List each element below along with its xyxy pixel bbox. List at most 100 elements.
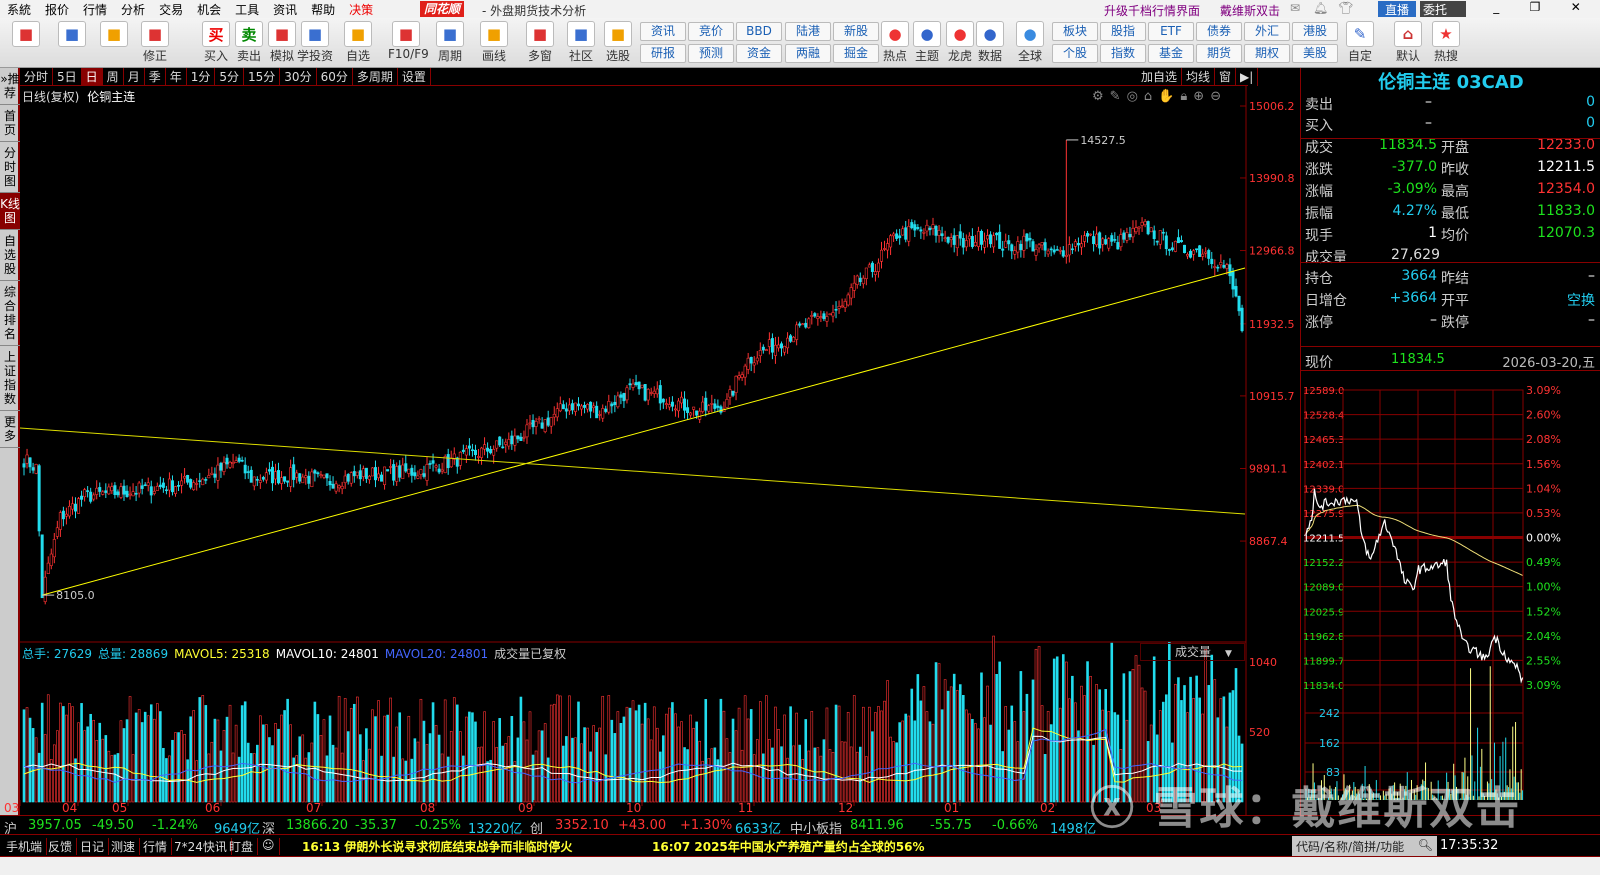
quote-value: 12233.0 xyxy=(1537,137,1595,153)
quote-row: 持仓 3664 昨结 – xyxy=(1305,268,1595,289)
volume-bar xyxy=(68,703,71,803)
bottom-tab[interactable]: 盯盘 xyxy=(225,838,259,855)
volume-indicator-select[interactable]: 成交量 ▼ xyxy=(1140,643,1245,661)
candle xyxy=(576,403,580,407)
volume-bar xyxy=(204,705,208,803)
candle xyxy=(973,242,977,246)
news-item[interactable]: 16:13 伊朗外长说寻求彻底结束战争而非临时停火 xyxy=(302,838,572,855)
bottom-tab[interactable]: 行情 xyxy=(139,838,173,855)
index-item: 13220亿 xyxy=(468,822,523,837)
candle xyxy=(410,467,414,476)
candle xyxy=(55,527,59,537)
intraday-pct-label: 1.56% xyxy=(1526,458,1561,471)
volume-bar xyxy=(722,710,726,803)
candle xyxy=(810,315,814,317)
home-tool[interactable]: ⌂ 默认 xyxy=(1390,21,1426,64)
candle xyxy=(161,482,165,488)
volume-bar xyxy=(577,701,580,803)
quote-value: -377.0 xyxy=(1391,159,1437,175)
candle xyxy=(601,408,605,419)
volume-bar xyxy=(613,733,617,803)
volume-bar xyxy=(631,700,635,803)
search-input[interactable]: 代码/名称/简拼/功能 🔍︎ xyxy=(1292,836,1437,856)
candle xyxy=(413,472,417,477)
restore-icon[interactable]: ❐ xyxy=(1530,0,1541,18)
candle xyxy=(731,390,735,396)
candle xyxy=(1037,244,1041,249)
month-label: 04 xyxy=(62,801,77,815)
candle xyxy=(1025,233,1029,242)
candle xyxy=(1079,243,1083,248)
quote-row: 卖出 – 0 xyxy=(1305,94,1595,115)
volume-bar xyxy=(504,743,508,803)
robot-icon[interactable]: ☺ xyxy=(258,838,280,855)
candle xyxy=(652,390,656,394)
candle xyxy=(425,464,429,481)
bottom-tab[interactable]: 手机端 xyxy=(2,838,48,855)
candle xyxy=(901,228,905,236)
volume-bar xyxy=(346,731,350,803)
candle xyxy=(1040,242,1044,246)
minimize-icon[interactable]: _ xyxy=(1493,0,1499,18)
volume-bar xyxy=(431,702,435,803)
volume-bar xyxy=(419,698,423,803)
candle xyxy=(910,222,914,229)
candle xyxy=(492,448,496,456)
volume-bar xyxy=(198,697,202,803)
volume-bar xyxy=(849,746,853,803)
candle xyxy=(140,485,144,489)
custom-tool[interactable]: ✎ 自定 xyxy=(1342,21,1378,64)
quote-label: 昨收 xyxy=(1441,162,1469,178)
candle xyxy=(367,475,371,480)
tool-label: 热搜 xyxy=(1433,49,1458,63)
hot-search-tool[interactable]: ★ 热搜 xyxy=(1428,21,1464,64)
candle xyxy=(292,464,296,480)
bottom-tab[interactable]: 7*24快讯 xyxy=(170,838,232,855)
volume-bar xyxy=(655,727,659,803)
volume-bar xyxy=(252,753,256,803)
volume-bar xyxy=(898,722,901,803)
volume-bar xyxy=(746,718,750,803)
intraday-chart[interactable]: 12589.0 3.09% 12528.4 2.60% 12465.3 2.08% 1240… xyxy=(1300,380,1600,800)
candle xyxy=(470,449,474,452)
bottom-tab[interactable]: 反馈 xyxy=(44,838,78,855)
volume-bar xyxy=(1040,705,1044,803)
bottom-tab[interactable]: 日记 xyxy=(76,838,110,855)
candle xyxy=(773,344,777,356)
candle xyxy=(1055,249,1059,251)
volume-bar xyxy=(374,716,377,803)
volume-bar xyxy=(695,721,698,803)
candle xyxy=(149,486,153,496)
candle xyxy=(489,449,493,454)
close-icon[interactable]: ✕ xyxy=(1571,0,1581,18)
live-button[interactable]: 直播 xyxy=(1378,1,1416,17)
candle xyxy=(1195,248,1199,251)
candle xyxy=(286,480,290,483)
news-item[interactable]: 16:07 2025年中国水产养殖产量约占全球的56% xyxy=(652,838,925,855)
candle xyxy=(1034,249,1038,256)
volume-bar xyxy=(143,711,147,803)
volume-bar xyxy=(1055,656,1059,803)
candle xyxy=(873,271,877,275)
index-item: 8411.96 xyxy=(850,818,904,833)
volume-legend-item: MAVOL20: 24801 xyxy=(384,647,489,661)
volume-bar xyxy=(131,754,135,803)
volume-bar xyxy=(980,672,983,803)
volume-bar xyxy=(643,702,647,803)
volume-bar xyxy=(1010,705,1014,803)
index-item: 中小板指 xyxy=(790,822,843,837)
volume-bar xyxy=(825,707,829,803)
bell-icon[interactable]: 🔔︎ xyxy=(1313,1,1328,15)
candlestick-chart[interactable]: 15006.2 13990.8 12966.8 11932.5 10915.7 9891.… xyxy=(0,0,1300,815)
candle xyxy=(1164,235,1168,250)
intraday-pct-label: 1.00% xyxy=(1526,581,1561,594)
volume-bar xyxy=(574,737,577,803)
quote-label: 跌停 xyxy=(1441,315,1469,331)
bottom-tab[interactable]: 测速 xyxy=(107,838,141,855)
volume-bar xyxy=(519,696,523,803)
volume-tick-label: 1040 xyxy=(1249,656,1277,669)
volume-bar xyxy=(480,746,483,803)
quote-label: 成交量 xyxy=(1305,250,1347,266)
shirt-icon[interactable]: 👕︎ xyxy=(1338,1,1353,15)
entrust-button[interactable]: 委托 xyxy=(1420,1,1466,17)
